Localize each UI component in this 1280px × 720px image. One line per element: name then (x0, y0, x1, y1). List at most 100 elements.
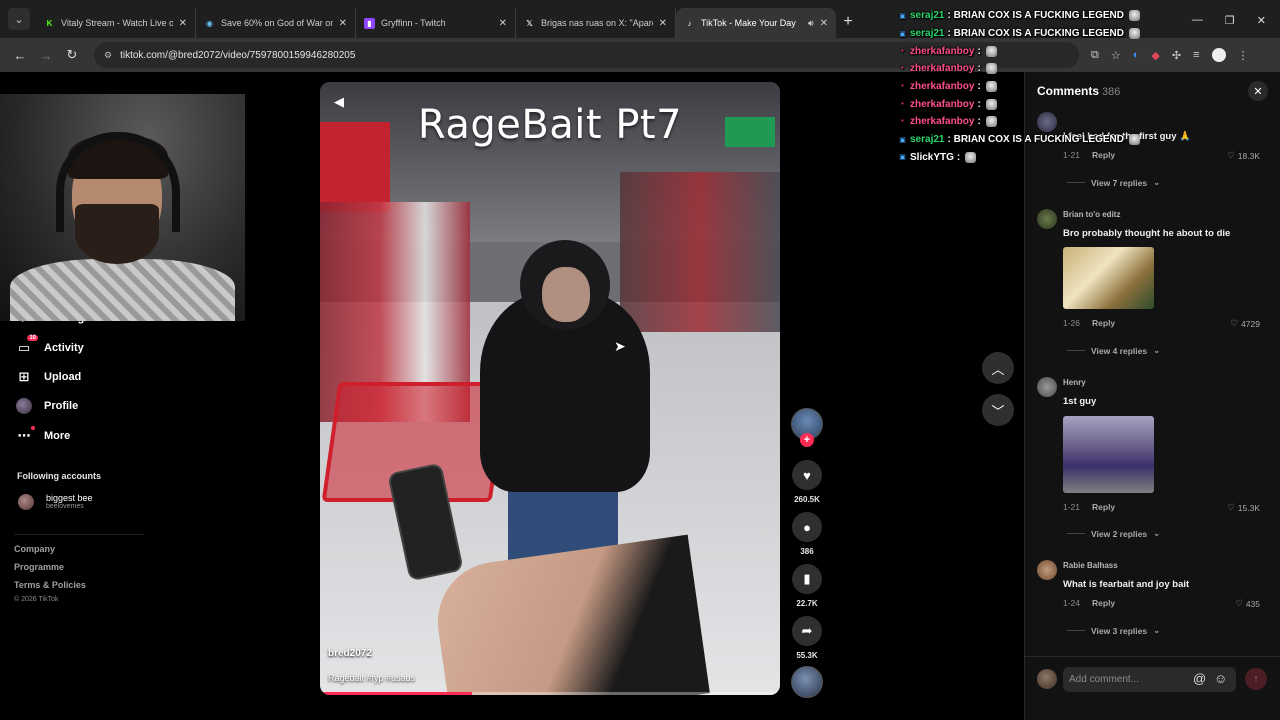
chat-emote-icon (1128, 28, 1140, 40)
mention-icon[interactable]: @ (1193, 671, 1206, 686)
divider (14, 534, 144, 535)
tab-tiktok[interactable]: ♪ TikTok - Make Your Day 🔊︎ ✕ (676, 8, 836, 38)
tab-twitch[interactable]: ▮ Gryffinn - Twitch ✕ (356, 8, 516, 38)
back-button[interactable]: ← (8, 43, 32, 67)
view-replies-label: View 4 replies (1091, 345, 1148, 356)
video-progress-bar[interactable] (320, 692, 780, 695)
view-replies-button[interactable]: View 2 replies ⌄ (1067, 528, 1160, 539)
close-icon[interactable]: ✕ (179, 18, 187, 29)
comment-gif-image[interactable] (1063, 416, 1154, 493)
tiktok-icon: ♪ (687, 18, 692, 28)
chat-message: • zherkafanboy: (898, 78, 1198, 96)
share-count: 55.3K (796, 651, 818, 660)
chat-username[interactable]: zherkafanboy (910, 81, 974, 92)
add-comment-bar: @ ☺ ↑ (1025, 656, 1280, 700)
forward-button[interactable]: → (34, 43, 58, 67)
like-button[interactable]: ♥ 260.5K (791, 460, 823, 504)
video-caption[interactable]: Ragebait #fyp #usaus (328, 673, 415, 683)
chat-emote-icon (985, 63, 997, 75)
chat-badge-icon: • (901, 47, 904, 55)
view-replies-label: View 3 replies (1091, 625, 1148, 636)
restore-icon[interactable]: ❐ (1225, 14, 1235, 27)
window-controls: — ❐ ✕ (1192, 14, 1280, 27)
reply-button[interactable]: Reply (1092, 502, 1115, 512)
view-replies-button[interactable]: View 3 replies ⌄ (1067, 625, 1160, 636)
comment-meta: 1-26 Reply (1063, 318, 1115, 328)
close-icon[interactable]: ✕ (499, 18, 507, 29)
x-icon: 𝕏 (526, 18, 533, 28)
tab-label: Gryffinn - Twitch (381, 18, 446, 28)
chat-username[interactable]: seraj21 (910, 28, 944, 39)
close-icon: ✕ (1253, 85, 1263, 98)
chat-message: • zherkafanboy: (898, 60, 1198, 78)
site-info-icon[interactable]: ⚙ (104, 50, 112, 61)
video-author[interactable]: bred2072 (328, 648, 372, 659)
comment-like-button[interactable]: ♡ 15.3K (1227, 502, 1260, 513)
save-button[interactable]: ▮ 22.7K (791, 564, 823, 608)
chat-emote-icon (985, 116, 997, 128)
avatar[interactable] (1037, 209, 1057, 229)
reply-button[interactable]: Reply (1092, 598, 1115, 608)
emoji-icon[interactable]: ☺ (1214, 671, 1227, 686)
speaker-icon[interactable]: 🔊︎ (808, 18, 814, 29)
tab-search-button[interactable]: ⌄ (8, 8, 30, 30)
send-comment-button[interactable]: ↑ (1245, 668, 1267, 690)
chevron-down-icon: ⌄ (1153, 625, 1161, 635)
close-comments-button[interactable]: ✕ (1248, 81, 1268, 101)
comment-like-button[interactable]: ♡ 18.3K (1227, 150, 1260, 161)
comment-count: 386 (800, 547, 814, 556)
profile-avatar[interactable] (1211, 48, 1226, 62)
share-button[interactable]: ➦ 55.3K (791, 616, 823, 660)
close-icon[interactable]: ✕ (659, 18, 667, 29)
follow-plus-icon[interactable]: + (800, 433, 814, 447)
previous-video-button[interactable]: ︿ (982, 352, 1014, 384)
chat-message: • zherkafanboy: (898, 95, 1198, 113)
comment-username[interactable]: Henry (1063, 378, 1086, 387)
close-icon[interactable]: ✕ (820, 18, 828, 29)
reload-button[interactable]: ↻ (60, 43, 84, 67)
comment-button[interactable]: ● 386 (791, 512, 823, 556)
video-player[interactable]: RageBait Pt7 ◀︎ bred2072 Ragebait #fyp #… (320, 82, 780, 695)
footer-link-terms[interactable]: Terms & Policies (14, 580, 86, 590)
chat-badge-icon: ▣ (899, 12, 906, 20)
sidebar-item-upload[interactable]: ⊞ Upload (16, 369, 82, 385)
comment-like-button[interactable]: ♡ 4729 (1230, 318, 1260, 329)
reply-button[interactable]: Reply (1092, 318, 1115, 328)
tab-kick[interactable]: K Vitaly Stream - Watch Live on K ✕ (36, 8, 196, 38)
comment-gif-image[interactable] (1063, 247, 1154, 309)
comment-username[interactable]: Rabie Balhass (1063, 561, 1118, 570)
add-comment-input[interactable] (1063, 667, 1236, 692)
sidebar-item-activity[interactable]: ▭ 10 Activity (16, 335, 84, 356)
chat-text: : (977, 81, 981, 93)
new-tab-button[interactable]: + (836, 10, 860, 34)
next-video-button[interactable]: ﹀ (982, 394, 1014, 426)
comment-like-button[interactable]: ♡ 435 (1235, 598, 1260, 609)
chat-username[interactable]: zherkafanboy (910, 99, 974, 110)
chat-username[interactable]: seraj21 (910, 134, 944, 145)
volume-icon[interactable]: ◀︎ (334, 94, 344, 110)
avatar[interactable] (1037, 377, 1057, 397)
comment-username[interactable]: Brian to'o editz (1063, 210, 1120, 219)
close-icon[interactable]: ✕ (339, 18, 347, 29)
chat-username[interactable]: seraj21 (910, 10, 944, 21)
chat-badge-icon: ▣ (899, 136, 906, 144)
following-account[interactable]: biggest bee beelovemes (18, 493, 93, 510)
sidebar-item-profile[interactable]: Profile (16, 398, 78, 414)
chat-username[interactable]: zherkafanboy (910, 116, 974, 127)
footer-link-programme[interactable]: Programme (14, 562, 64, 572)
browser-menu-icon[interactable]: ⋮ (1238, 49, 1249, 62)
chat-text: : BRIAN COX IS A FUCKING LEGEND (947, 28, 1124, 40)
tab-x[interactable]: 𝕏 Brigas nas ruas on X: "Aparente ✕ (516, 8, 676, 38)
chat-username[interactable]: zherkafanboy (910, 46, 974, 57)
sidebar-item-more[interactable]: ⋯ More (16, 426, 70, 444)
footer-link-company[interactable]: Company (14, 544, 55, 554)
view-replies-button[interactable]: View 7 replies ⌄ (1067, 177, 1160, 188)
view-replies-button[interactable]: View 4 replies ⌄ (1067, 345, 1160, 356)
tab-steam[interactable]: ◉ Save 60% on God of War on St ✕ (196, 8, 356, 38)
chat-username[interactable]: SlickYTG (910, 152, 954, 163)
music-disc[interactable] (791, 666, 823, 698)
chat-username[interactable]: zherkafanboy (910, 63, 974, 74)
tab-label: Vitaly Stream - Watch Live on K (61, 18, 173, 28)
avatar[interactable] (1037, 560, 1057, 580)
close-window-icon[interactable]: ✕ (1257, 14, 1266, 27)
